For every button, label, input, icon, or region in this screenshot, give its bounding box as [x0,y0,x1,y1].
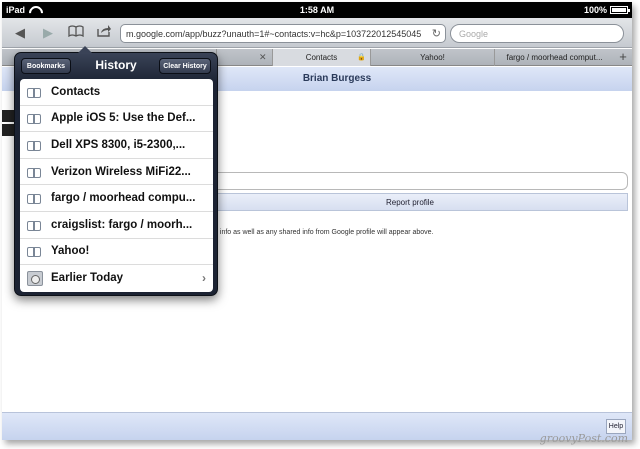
history-item-label: Yahoo! [51,245,90,258]
history-item-label: Contacts [51,85,101,98]
book-icon [27,193,41,205]
tab-label: Contacts [305,53,338,62]
lock-icon: 🔒 [357,54,366,61]
new-tab-button[interactable]: + [616,49,630,66]
history-folder-earlier-today[interactable]: Earlier Today › [20,265,213,292]
tab-label: fargo / moorhead comput... [506,53,603,62]
address-bar[interactable]: m.google.com/app/buzz?unauth=1#~contacts… [120,24,446,43]
history-item[interactable]: Verizon Wireless MiFi22... [20,159,213,186]
popover-header: Bookmarks History Clear History [15,53,217,79]
tab-yahoo[interactable]: Yahoo! [370,49,494,66]
history-item[interactable]: fargo / moorhead compu... [20,185,213,212]
book-icon [27,167,41,178]
search-input[interactable]: Google [450,24,624,43]
history-item[interactable]: Yahoo! [20,239,213,266]
profile-info-text: t info as well as any shared info from G… [216,229,434,236]
history-item[interactable]: Dell XPS 8300, i5-2300,... [20,132,213,159]
history-item[interactable]: Contacts [20,79,213,106]
history-item-label: Dell XPS 8300, i5-2300,... [51,138,186,151]
tab-fargo[interactable]: fargo / moorhead comput... [494,49,614,66]
battery-percent: 100% [583,5,607,15]
watermark-logo: groovyPost.com [539,432,628,445]
tab-1[interactable]: ✕ [216,49,272,66]
forward-arrow-icon[interactable]: ▶ [38,24,58,42]
history-popover: Bookmarks History Clear History Contacts… [14,46,218,296]
status-bar: iPad 1:58 AM 100% [2,2,632,18]
reload-icon[interactable]: ↻ [432,27,441,40]
page-title: Brian Burgess [302,73,372,84]
history-item[interactable]: craigslist: fargo / moorh... [20,212,213,239]
book-icon [27,113,41,125]
browser-toolbar: ◀ ▶ m.google.com/app/buzz?unauth=1#~cont… [2,18,632,48]
page-footer: Help [2,412,632,440]
history-item-label: Earlier Today [51,272,124,285]
profile-thumb [2,124,14,136]
url-text: m.google.com/app/buzz?unauth=1#~contacts… [126,29,422,39]
tab-contacts[interactable]: Contacts 🔒 [272,49,370,66]
book-icon [27,220,41,231]
chevron-right-icon: › [202,271,206,286]
history-item-label: fargo / moorhead compu... [51,192,196,205]
profile-input[interactable] [192,172,628,190]
share-icon[interactable] [94,24,114,42]
history-item-label: Apple iOS 5: Use the Def... [51,112,196,125]
battery-icon [610,6,630,14]
clear-history-button[interactable]: Clear History [159,58,211,74]
profile-thumb [2,110,14,122]
ipad-screen: iPad 1:58 AM 100% ◀ ▶ m.google.com/app/b… [2,2,632,440]
history-item-label: Verizon Wireless MiFi22... [51,165,191,178]
status-right: 100% [583,5,630,15]
back-arrow-icon[interactable]: ◀ [10,24,30,42]
book-icon [27,87,41,98]
bookmarks-book-icon[interactable] [66,24,86,42]
history-item-label: craigslist: fargo / moorh... [51,218,193,231]
history-list: Contacts Apple iOS 5: Use the Def... Del… [20,79,213,292]
history-item[interactable]: Apple iOS 5: Use the Def... [20,106,213,133]
book-icon [27,140,41,151]
report-profile-button[interactable]: Report profile [192,193,628,211]
tab-label: Yahoo! [420,53,445,62]
clock: 1:58 AM [299,5,335,15]
clock-icon [27,270,43,286]
close-tab-icon[interactable]: ✕ [259,49,267,66]
book-icon [27,246,41,258]
